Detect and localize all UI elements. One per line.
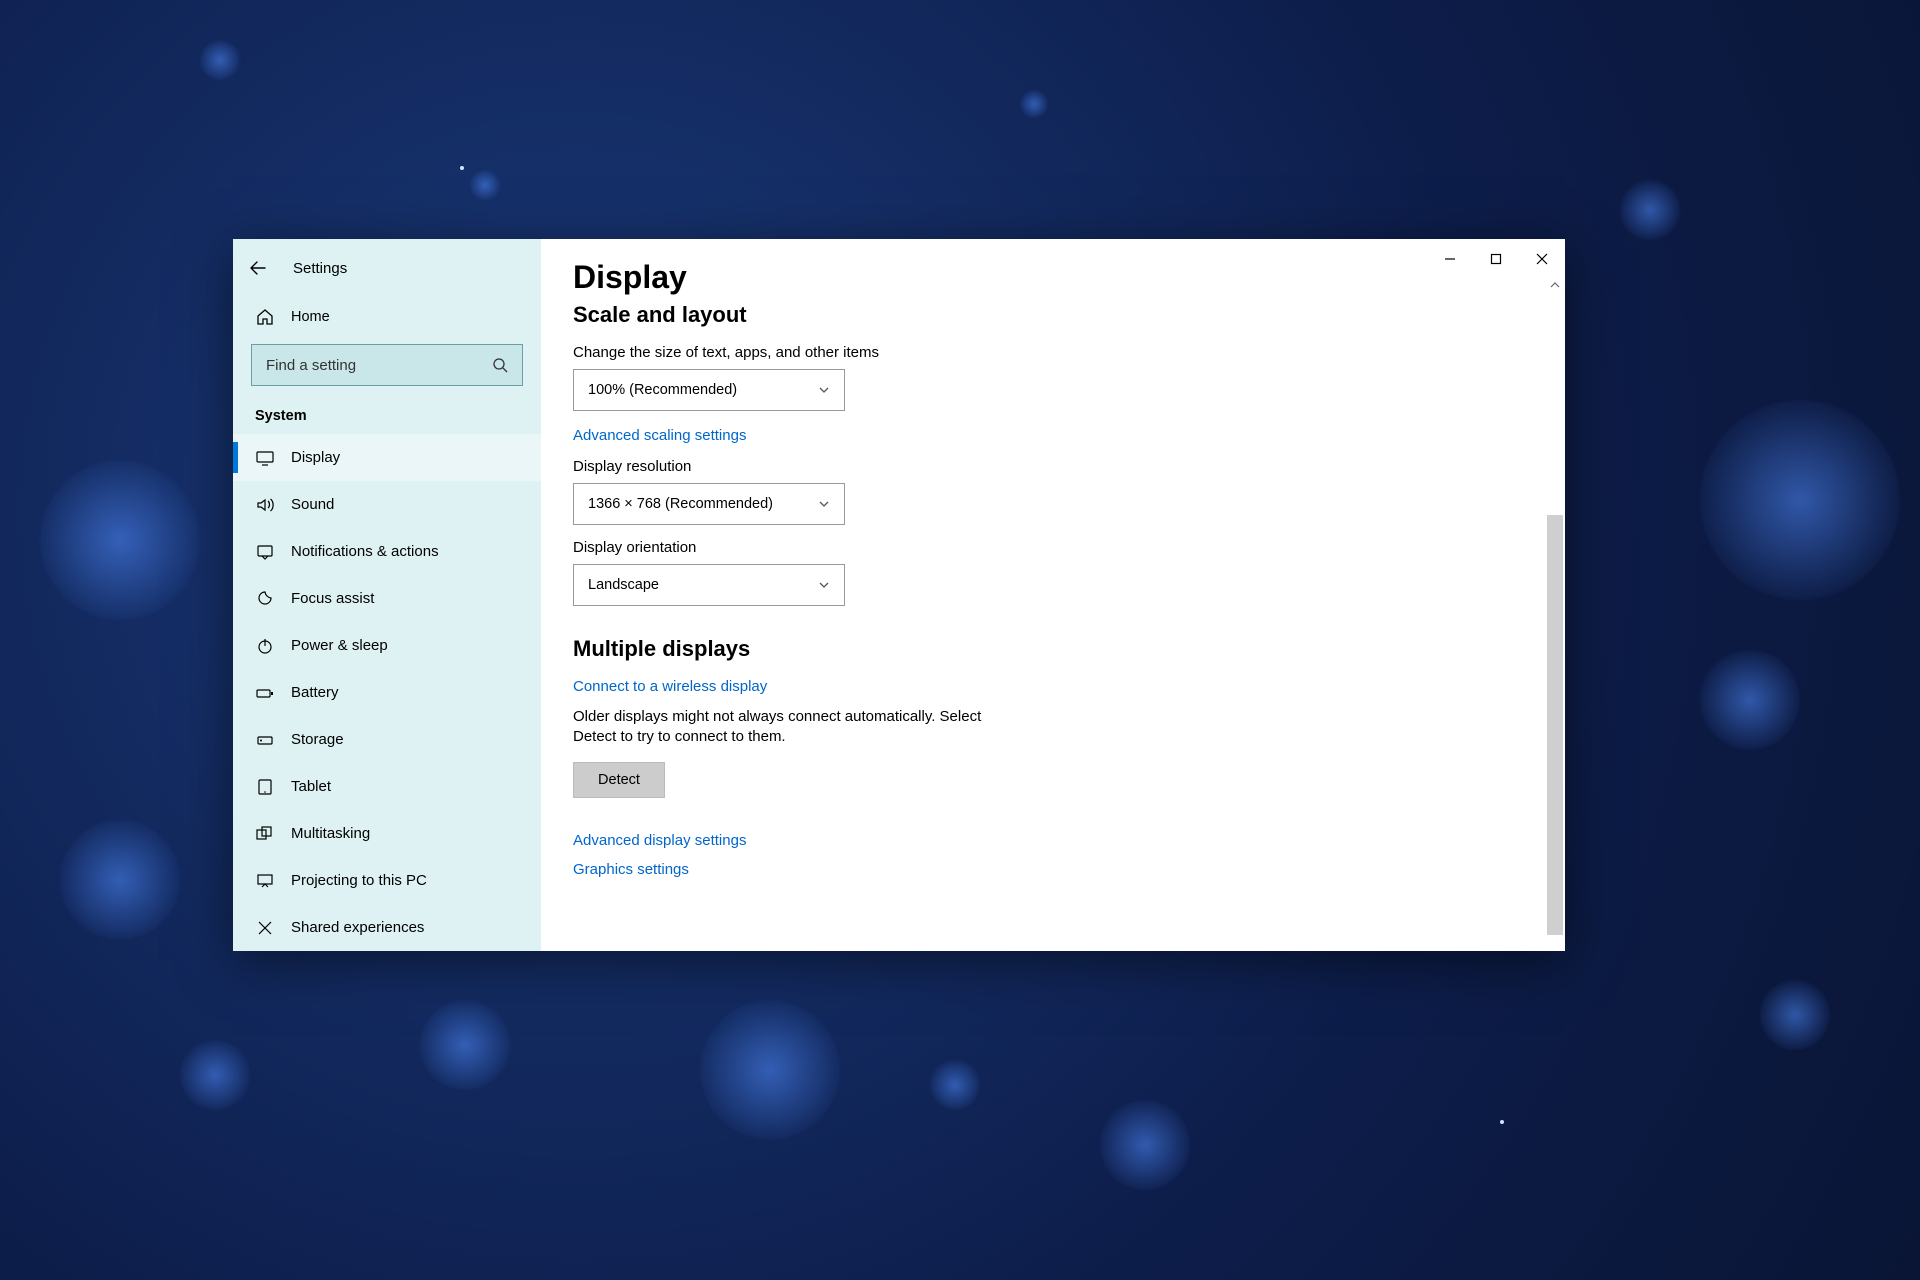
orientation-dropdown[interactable]: Landscape: [573, 564, 845, 606]
home-button[interactable]: Home: [233, 294, 541, 340]
power-icon: [255, 636, 275, 656]
home-label: Home: [291, 309, 330, 325]
content-area: Display Scale and layout Change the size…: [541, 239, 1565, 951]
bokeh-dot: [700, 1000, 840, 1140]
shared-experiences-icon: [255, 918, 275, 938]
chevron-down-icon: [818, 384, 830, 396]
sidebar-item-label: Battery: [291, 684, 339, 701]
bokeh-dot: [1500, 1120, 1504, 1124]
close-button[interactable]: [1519, 239, 1565, 279]
detect-button-label: Detect: [598, 772, 640, 788]
scroll-up-arrow-icon[interactable]: [1549, 279, 1561, 291]
monitor-icon: [255, 448, 275, 468]
maximize-button[interactable]: [1473, 239, 1519, 279]
app-title: Settings: [293, 260, 347, 277]
bokeh-dot: [1020, 90, 1048, 118]
scale-dropdown[interactable]: 100% (Recommended): [573, 369, 845, 411]
detect-hint-text: Older displays might not always connect …: [573, 707, 1013, 748]
bokeh-dot: [180, 1040, 250, 1110]
sound-icon: [255, 495, 275, 515]
orientation-dropdown-value: Landscape: [588, 577, 659, 593]
section-scale-layout: Scale and layout: [573, 302, 1533, 328]
bokeh-dot: [470, 170, 500, 200]
sidebar-item-shared-experiences[interactable]: Shared experiences: [233, 904, 541, 951]
advanced-scaling-link[interactable]: Advanced scaling settings: [573, 427, 746, 444]
sidebar-item-label: Sound: [291, 496, 334, 513]
sidebar-item-label: Multitasking: [291, 825, 370, 842]
nav-list: Display Sound Notifications & actions Fo…: [233, 434, 541, 951]
category-label: System: [233, 400, 541, 434]
settings-window: Settings Home System Display: [233, 239, 1565, 951]
sidebar-item-label: Projecting to this PC: [291, 872, 427, 889]
sidebar-item-storage[interactable]: Storage: [233, 716, 541, 763]
chevron-down-icon: [818, 579, 830, 591]
connect-wireless-link[interactable]: Connect to a wireless display: [573, 678, 767, 695]
chevron-down-icon: [818, 498, 830, 510]
sidebar-item-multitasking[interactable]: Multitasking: [233, 810, 541, 857]
sidebar-item-label: Tablet: [291, 778, 331, 795]
tablet-icon: [255, 777, 275, 797]
titlebar-left: Settings: [233, 251, 541, 286]
maximize-icon: [1490, 253, 1502, 265]
resolution-field-label: Display resolution: [573, 458, 1533, 475]
advanced-display-link[interactable]: Advanced display settings: [573, 832, 746, 849]
sidebar-item-label: Focus assist: [291, 590, 374, 607]
bokeh-dot: [200, 40, 240, 80]
bokeh-dot: [1620, 180, 1680, 240]
multitasking-icon: [255, 824, 275, 844]
sidebar-item-battery[interactable]: Battery: [233, 669, 541, 716]
sidebar-item-power-sleep[interactable]: Power & sleep: [233, 622, 541, 669]
sidebar-item-notifications[interactable]: Notifications & actions: [233, 528, 541, 575]
sidebar-item-display[interactable]: Display: [233, 434, 541, 481]
graphics-settings-link[interactable]: Graphics settings: [573, 861, 689, 878]
search-box[interactable]: [251, 344, 523, 386]
arrow-left-icon: [250, 260, 266, 276]
sidebar-item-label: Power & sleep: [291, 637, 388, 654]
scale-dropdown-value: 100% (Recommended): [588, 382, 737, 398]
caption-buttons: [1427, 239, 1565, 279]
search-container: [233, 344, 541, 386]
scrollbar-thumb[interactable]: [1547, 515, 1563, 935]
orientation-field-label: Display orientation: [573, 539, 1533, 556]
resolution-dropdown[interactable]: 1366 × 768 (Recommended): [573, 483, 845, 525]
sidebar-item-label: Shared experiences: [291, 919, 424, 936]
bokeh-dot: [930, 1060, 980, 1110]
bokeh-dot: [1700, 400, 1900, 600]
battery-icon: [255, 683, 275, 703]
minimize-button[interactable]: [1427, 239, 1473, 279]
focus-assist-icon: [255, 589, 275, 609]
content: Display Scale and layout Change the size…: [541, 239, 1565, 898]
page-title: Display: [573, 259, 1533, 296]
sidebar-item-focus-assist[interactable]: Focus assist: [233, 575, 541, 622]
scale-field-label: Change the size of text, apps, and other…: [573, 344, 1533, 361]
sidebar: Settings Home System Display: [233, 239, 541, 951]
sidebar-item-label: Display: [291, 449, 340, 466]
sidebar-item-label: Notifications & actions: [291, 543, 439, 560]
bokeh-dot: [60, 820, 180, 940]
close-icon: [1536, 253, 1548, 265]
resolution-dropdown-value: 1366 × 768 (Recommended): [588, 496, 773, 512]
notifications-icon: [255, 542, 275, 562]
bokeh-dot: [1700, 650, 1800, 750]
back-button[interactable]: [247, 257, 269, 279]
home-icon: [255, 307, 275, 327]
sidebar-item-label: Storage: [291, 731, 344, 748]
bokeh-dot: [1760, 980, 1830, 1050]
sidebar-item-tablet[interactable]: Tablet: [233, 763, 541, 810]
bokeh-dot: [420, 1000, 510, 1090]
projecting-icon: [255, 871, 275, 891]
sidebar-item-projecting[interactable]: Projecting to this PC: [233, 857, 541, 904]
bokeh-dot: [460, 166, 464, 170]
storage-icon: [255, 730, 275, 750]
search-input[interactable]: [266, 357, 492, 374]
minimize-icon: [1444, 253, 1456, 265]
bokeh-dot: [40, 460, 200, 620]
detect-button[interactable]: Detect: [573, 762, 665, 798]
sidebar-item-sound[interactable]: Sound: [233, 481, 541, 528]
bokeh-dot: [1100, 1100, 1190, 1190]
search-icon: [492, 357, 508, 373]
section-multiple-displays: Multiple displays: [573, 636, 1533, 662]
